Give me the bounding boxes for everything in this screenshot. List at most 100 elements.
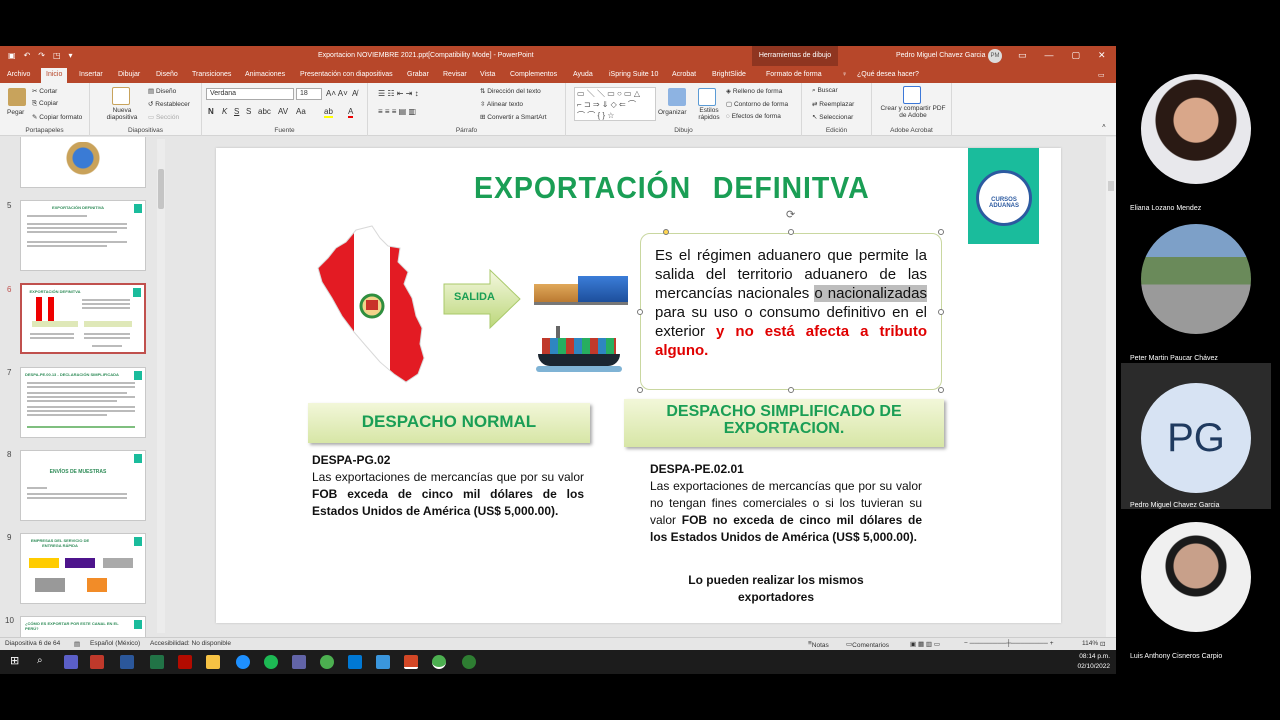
comments-button[interactable]: ▭ Comentarios: [846, 640, 889, 649]
grow-font-icon[interactable]: A˄ A˅: [326, 89, 348, 98]
participant-tile[interactable]: Eliana Lozano Mendez: [1121, 66, 1271, 212]
tell-me-search[interactable]: ¿Qué desea hacer?: [857, 71, 919, 78]
new-slide-button[interactable]: Nueva diapositiva: [100, 107, 144, 121]
copy-format-button[interactable]: ✎ Copiar formato: [32, 113, 82, 121]
shape-effects-button[interactable]: ◌ Efectos de forma: [726, 113, 781, 120]
note-exportadores[interactable]: Lo pueden realizar los mismos exportador…: [678, 572, 874, 606]
chrome-active-icon[interactable]: [432, 655, 446, 669]
accessibility-status[interactable]: Accesibilidad: No disponible: [150, 640, 231, 647]
tab-animaciones[interactable]: Animaciones: [245, 71, 285, 78]
align-icons[interactable]: ≡ ≡ ≡ ▤ ▥: [378, 107, 416, 116]
font-color-button[interactable]: A: [348, 107, 354, 118]
highlight-button[interactable]: ab: [324, 107, 333, 118]
participant-tile[interactable]: Peter Martin Paucar Chávez: [1121, 216, 1271, 362]
spellcheck-icon[interactable]: ▤: [74, 640, 80, 648]
containers-image[interactable]: [534, 276, 628, 306]
scroll-thumb[interactable]: [1108, 181, 1114, 191]
account-name[interactable]: Pedro Miguel Chavez Garcia: [896, 52, 986, 59]
align-text-button[interactable]: ⇳ Alinear texto: [480, 100, 523, 108]
pdf-icon[interactable]: [903, 86, 921, 104]
excel-icon[interactable]: [150, 655, 164, 669]
strike-button[interactable]: abc: [258, 107, 271, 116]
resize-handle-bottom-left[interactable]: [637, 387, 643, 393]
start-from-beginning-icon[interactable]: ◳: [53, 51, 61, 60]
slide-thumbnail-9[interactable]: EMPRESAS DEL SERVICIO DE ENTREGA RÁPIDA: [20, 533, 146, 604]
tab-inicio[interactable]: Inicio: [41, 68, 68, 83]
participant-tile[interactable]: Luis Anthony Cisneros Carpio: [1121, 514, 1271, 660]
bold-button[interactable]: N: [208, 107, 214, 116]
powerpoint-icon[interactable]: [404, 655, 418, 669]
italic-button[interactable]: K: [222, 107, 227, 116]
notes-button[interactable]: ≡ Notas: [808, 640, 829, 649]
slide-title[interactable]: EXPORTACIÓN DEFINITVA: [474, 170, 870, 206]
chrome-icon[interactable]: [320, 655, 334, 669]
spacing-button[interactable]: AV: [278, 107, 288, 116]
font-size-box[interactable]: 18: [296, 88, 322, 100]
outlook-icon[interactable]: [348, 655, 362, 669]
tab-revisar[interactable]: Revisar: [443, 71, 467, 78]
acrobat-icon[interactable]: [178, 655, 192, 669]
shadow-button[interactable]: S: [246, 107, 251, 116]
tab-brightslide[interactable]: BrightSlide: [712, 71, 746, 78]
resize-handle-right[interactable]: [938, 309, 944, 315]
word-icon[interactable]: [120, 655, 134, 669]
account-avatar[interactable]: PM: [988, 49, 1002, 63]
tab-vista[interactable]: Vista: [480, 71, 495, 78]
shape-outline-button[interactable]: ▢ Contorno de forma: [726, 100, 788, 108]
save-icon[interactable]: ▣: [8, 51, 16, 60]
close-button[interactable]: ✕: [1098, 50, 1106, 61]
system-clock[interactable]: 08:14 p.m. 02/10/2022: [1077, 652, 1110, 672]
clear-format-icon[interactable]: A̸: [352, 89, 357, 98]
slide-canvas[interactable]: EXPORTACIÓN DEFINITVA CURSOS ADUANAS SAL…: [216, 148, 1061, 623]
teams-icon[interactable]: [292, 655, 306, 669]
code-despa-pe0201[interactable]: DESPA-PE.02.01: [650, 461, 744, 478]
copy-button[interactable]: ⎘ Copiar: [32, 100, 58, 108]
zoom-slider[interactable]: − ────────┼──────── +: [964, 640, 1054, 647]
salida-arrow[interactable]: SALIDA: [442, 268, 522, 330]
resize-handle-bottom[interactable]: [788, 387, 794, 393]
text-despacho-normal[interactable]: Las exportaciones de mercancías que por …: [312, 469, 584, 520]
resize-handle-top-right[interactable]: [938, 229, 944, 235]
replace-button[interactable]: ⇄ Reemplazar: [812, 100, 854, 108]
paste-button[interactable]: Pegar: [7, 109, 24, 116]
banner-despacho-simplificado[interactable]: DESPACHO SIMPLIFICADO DE EXPORTACION.: [624, 399, 944, 447]
thumbnail-scrollbar[interactable]: [157, 139, 165, 633]
tab-acrobat[interactable]: Acrobat: [672, 71, 696, 78]
slide-thumbnail-6[interactable]: EXPORTACIÓN DEFINITVA: [20, 283, 146, 354]
shape-fill-button[interactable]: ◈ Relleno de forma: [726, 87, 782, 95]
slide-thumbnail-8[interactable]: ENVÍOS DE MUESTRAS: [20, 450, 146, 521]
rotate-handle-icon[interactable]: ⟳: [786, 208, 795, 221]
photos-icon[interactable]: [376, 655, 390, 669]
tab-ispring[interactable]: iSpring Suite 10: [609, 71, 658, 78]
peru-map[interactable]: [314, 224, 430, 384]
chrome-profile-icon[interactable]: [462, 655, 476, 669]
file-explorer-icon[interactable]: [206, 655, 220, 669]
tab-diseno[interactable]: Diseño: [156, 71, 178, 78]
normal-view-icon[interactable]: ▣ ▦ ▥ ▭: [910, 640, 940, 648]
underline-button[interactable]: S: [234, 107, 239, 116]
tab-dibujar[interactable]: Dibujar: [118, 71, 140, 78]
banner-despacho-normal[interactable]: DESPACHO NORMAL: [308, 403, 590, 443]
slide-thumbnail-4[interactable]: [20, 137, 146, 188]
tab-insertar[interactable]: Insertar: [79, 71, 103, 78]
comments-icon[interactable]: ▭: [1098, 71, 1105, 79]
slide-thumbnail-10[interactable]: ¿CÓMO ES EXPORTAR POR ESTE CANAL EN EL P…: [20, 616, 146, 637]
quick-styles-button[interactable]: Estilos rápidos: [694, 107, 724, 121]
case-button[interactable]: Aa: [296, 107, 306, 116]
arrange-button[interactable]: Organizar: [658, 109, 687, 116]
paste-icon[interactable]: [8, 88, 26, 106]
maximize-button[interactable]: ▢: [1072, 50, 1081, 61]
new-slide-icon[interactable]: [112, 87, 130, 105]
tab-complementos[interactable]: Complementos: [510, 71, 557, 78]
tab-presentacion[interactable]: Presentación con diapositivas: [300, 71, 393, 78]
resize-handle-bottom-right[interactable]: [938, 387, 944, 393]
find-button[interactable]: ⌕ Buscar: [812, 87, 838, 95]
code-despa-pg02[interactable]: DESPA-PG.02: [312, 452, 390, 469]
slide-thumbnail-7[interactable]: DESPA-PE.00.13 - DECLARACIÓN SIMPLIFICAD…: [20, 367, 146, 438]
shapes-gallery[interactable]: ▭ ＼ ＼ ▭ ○ ▭ △ ⌐ ⊐ ⇒ ⇓ ◇ ⇐ ⌒ ⌒ ⌒ { } ☆: [574, 87, 656, 121]
layout-button[interactable]: ▤ Diseño: [148, 87, 176, 95]
select-button[interactable]: ↖ Seleccionar: [812, 113, 853, 121]
language-status[interactable]: Español (México): [90, 640, 140, 647]
resize-handle-top[interactable]: [788, 229, 794, 235]
definition-textbox[interactable]: Es el régimen aduanero que permite la sa…: [640, 233, 942, 390]
